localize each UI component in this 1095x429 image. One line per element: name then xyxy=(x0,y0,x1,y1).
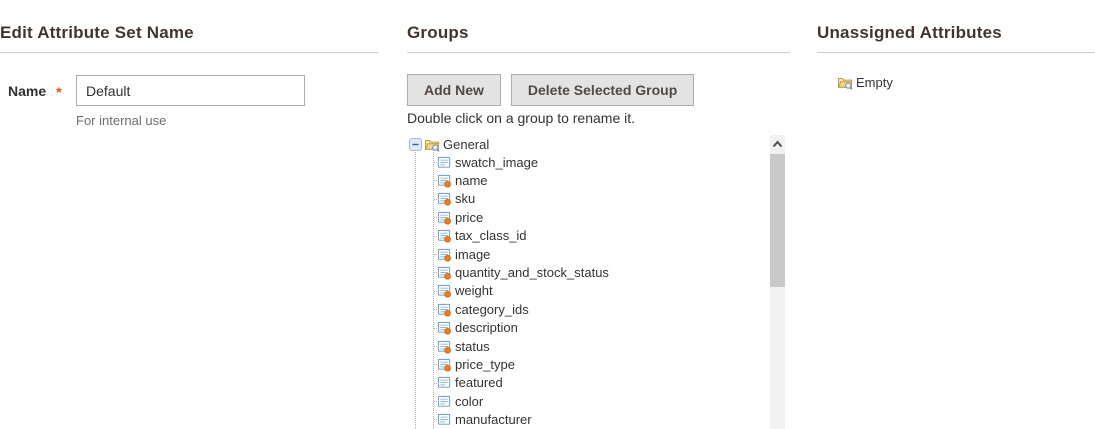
attribute-label: name xyxy=(455,173,488,188)
edit-attribute-set-panel: Edit Attribute Set Name Name * For inter… xyxy=(0,0,378,128)
system-dot xyxy=(445,273,451,279)
attribute-label: status xyxy=(455,339,490,354)
attribute-form-icon xyxy=(437,265,452,280)
attribute-form-icon xyxy=(437,283,452,298)
add-new-button[interactable]: Add New xyxy=(407,74,501,106)
attribute-label: description xyxy=(455,320,518,335)
attribute-form-icon xyxy=(437,339,452,354)
group-attributes-list: swatch_image name sku price tax_class_id… xyxy=(409,153,785,429)
system-dot xyxy=(445,347,451,353)
system-dot xyxy=(445,237,451,243)
groups-button-row: Add New Delete Selected Group xyxy=(407,74,790,106)
attribute-label: tax_class_id xyxy=(455,228,527,243)
system-dot xyxy=(445,218,451,224)
group-root-label: General xyxy=(443,137,489,152)
attribute-label: quantity_and_stock_status xyxy=(455,265,609,280)
groups-tree-viewport: General swatch_image name sku price xyxy=(407,133,785,429)
name-field-label: Name * xyxy=(0,81,76,100)
attribute-form-icon xyxy=(437,247,452,262)
tree-node-attribute[interactable]: color xyxy=(409,392,785,410)
divider xyxy=(407,52,790,53)
attribute-form-icon xyxy=(437,302,452,317)
groups-panel: Groups Add New Delete Selected Group Dou… xyxy=(407,0,790,429)
attribute-form-icon xyxy=(437,228,452,243)
tree-node-attribute[interactable]: category_ids xyxy=(409,300,785,318)
attribute-form-icon xyxy=(437,191,452,206)
attribute-label: swatch_image xyxy=(455,155,538,170)
tree-node-attribute[interactable]: status xyxy=(409,337,785,355)
tree-node-attribute[interactable]: sku xyxy=(409,190,785,208)
groups-panel-title: Groups xyxy=(407,0,790,43)
tree-node-attribute[interactable]: name xyxy=(409,171,785,189)
tree-node-attribute[interactable]: price xyxy=(409,208,785,226)
collapse-minus-icon[interactable] xyxy=(409,138,422,151)
system-dot xyxy=(445,292,451,298)
attribute-form-icon xyxy=(437,412,452,427)
attribute-label: weight xyxy=(455,283,493,298)
tree-node-attribute[interactable]: image xyxy=(409,245,785,263)
name-field-row: Name * xyxy=(0,75,378,106)
attribute-form-icon xyxy=(437,173,452,188)
system-dot xyxy=(445,310,451,316)
attribute-form-icon xyxy=(437,320,452,335)
attribute-label: color xyxy=(455,394,483,409)
tree-node-attribute[interactable]: swatch_image xyxy=(409,153,785,171)
attribute-form-icon xyxy=(437,375,452,390)
tree-node-attribute[interactable]: quantity_and_stock_status xyxy=(409,263,785,281)
unassigned-empty-node: Empty xyxy=(817,74,1095,90)
system-dot xyxy=(445,329,451,335)
scrollbar-up-button[interactable] xyxy=(770,135,785,152)
attribute-form-icon xyxy=(437,155,452,170)
attribute-label: image xyxy=(455,247,490,262)
unassigned-attributes-panel: Unassigned Attributes Empty xyxy=(817,0,1095,90)
tree-node-attribute[interactable]: featured xyxy=(409,374,785,392)
system-dot xyxy=(445,181,451,187)
attribute-label: price_type xyxy=(455,357,515,372)
tree-node-attribute[interactable]: manufacturer xyxy=(409,410,785,428)
folder-search-icon xyxy=(424,136,440,152)
system-dot xyxy=(445,255,451,261)
attribute-label: manufacturer xyxy=(455,412,532,427)
attribute-label: sku xyxy=(455,191,475,206)
tree-node-attribute[interactable]: tax_class_id xyxy=(409,227,785,245)
attribute-set-edit-page: Edit Attribute Set Name Name * For inter… xyxy=(0,0,1095,429)
name-field-hint: For internal use xyxy=(76,113,378,128)
tree-node-general[interactable]: General xyxy=(409,135,785,153)
tree-node-attribute[interactable]: description xyxy=(409,319,785,337)
groups-hint: Double click on a group to rename it. xyxy=(407,110,790,126)
name-input[interactable] xyxy=(76,75,305,106)
unassigned-panel-title: Unassigned Attributes xyxy=(817,0,1095,43)
folder-search-icon xyxy=(837,74,853,90)
system-dot xyxy=(445,365,451,371)
attribute-label: category_ids xyxy=(455,302,529,317)
required-asterisk: * xyxy=(56,81,61,100)
attribute-label: featured xyxy=(455,375,503,390)
tree-node-attribute[interactable]: price_type xyxy=(409,355,785,373)
divider xyxy=(0,52,378,53)
chevron-up-icon xyxy=(772,140,783,148)
edit-panel-title: Edit Attribute Set Name xyxy=(0,0,378,43)
delete-selected-group-button[interactable]: Delete Selected Group xyxy=(511,74,694,106)
name-label-text: Name xyxy=(8,83,46,99)
attribute-label: price xyxy=(455,210,483,225)
divider xyxy=(817,52,1095,53)
unassigned-empty-label: Empty xyxy=(856,75,893,90)
attribute-form-icon xyxy=(437,394,452,409)
attribute-form-icon xyxy=(437,357,452,372)
attribute-form-icon xyxy=(437,210,452,225)
tree-node-attribute[interactable]: weight xyxy=(409,282,785,300)
system-dot xyxy=(445,200,451,206)
